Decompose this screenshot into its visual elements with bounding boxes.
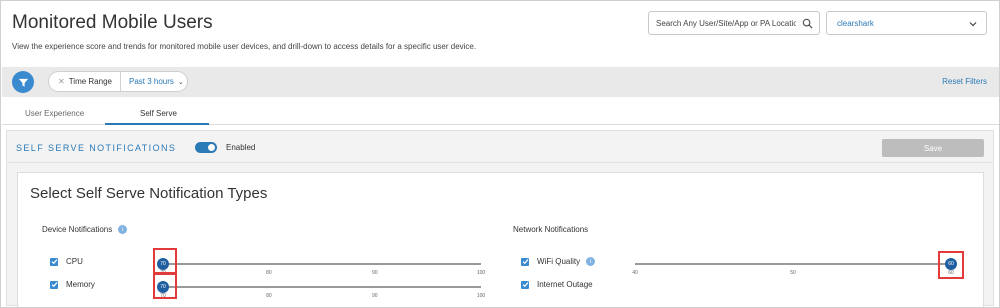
chevron-down-icon: [969, 22, 977, 27]
memory-row[interactable]: Memory: [50, 280, 95, 289]
notification-types-card: Select Self Serve Notification Types Dev…: [17, 172, 984, 307]
self-serve-panel: SELF SERVE NOTIFICATIONS Enabled Save Se…: [6, 130, 994, 307]
enabled-toggle[interactable]: [195, 142, 217, 153]
slider-tick: 90: [372, 270, 378, 276]
internet-outage-checkbox[interactable]: [521, 280, 529, 289]
highlight-box: [153, 272, 177, 299]
network-notifications-heading: Network Notifications: [513, 225, 588, 234]
slider-tick: 100: [476, 293, 486, 299]
cpu-label: CPU: [66, 257, 83, 266]
tab-self-serve[interactable]: Self Serve: [140, 109, 177, 118]
filter-bar: ✕ Time Range Past 3 hours ⌄ Reset Filter…: [2, 67, 999, 97]
device-notifications-heading: Device Notifications i: [42, 225, 128, 234]
chevron-down-icon[interactable]: ⌄: [178, 78, 184, 86]
cpu-row[interactable]: CPU: [50, 257, 83, 266]
cpu-checkbox[interactable]: [50, 257, 58, 266]
chip-label: Time Range: [68, 77, 112, 86]
checkmark-icon: [51, 259, 57, 265]
tab-bar: User Experience Self Serve: [2, 105, 999, 125]
page-title: Monitored Mobile Users: [12, 12, 213, 33]
info-icon[interactable]: i: [118, 225, 128, 234]
slider-track: [635, 263, 951, 265]
toggle-label: Enabled: [226, 143, 256, 152]
chip-divider: [119, 71, 121, 92]
internet-outage-row[interactable]: Internet Outage: [521, 280, 593, 289]
group-heading-label: Device Notifications: [42, 225, 113, 234]
memory-checkbox[interactable]: [50, 280, 58, 289]
slider-track: [163, 286, 481, 288]
tenant-select[interactable]: clearshark: [826, 11, 987, 35]
slider-tick: 40: [632, 270, 638, 276]
info-icon[interactable]: i: [586, 257, 596, 266]
active-tab-indicator: [105, 123, 209, 125]
slider-tick: 90: [372, 293, 378, 299]
search-input[interactable]: [656, 18, 796, 28]
slider-tick: 50: [790, 270, 796, 276]
toggle-knob: [208, 144, 215, 151]
cpu-slider[interactable]: 70 80 90 100 70: [157, 258, 485, 281]
checkmark-icon: [522, 282, 528, 288]
wifi-quality-slider[interactable]: 40 50 60 60: [632, 258, 957, 281]
wifi-quality-checkbox[interactable]: [521, 257, 529, 266]
divider: [7, 162, 993, 163]
search-icon[interactable]: [802, 18, 813, 29]
card-title: Select Self Serve Notification Types: [30, 185, 268, 202]
tab-user-experience[interactable]: User Experience: [25, 109, 84, 118]
app-window: Monitored Mobile Users View the experien…: [0, 0, 1000, 308]
highlight-box: [938, 251, 964, 279]
time-range-chip[interactable]: ✕ Time Range Past 3 hours ⌄: [48, 71, 188, 92]
page-description: View the experience score and trends for…: [12, 42, 477, 51]
reset-filters-link[interactable]: Reset Filters: [942, 77, 987, 86]
close-icon[interactable]: ✕: [58, 77, 65, 86]
memory-slider[interactable]: 70 80 90 100 70: [157, 281, 485, 304]
wifi-quality-row[interactable]: WiFi Quality i: [521, 257, 596, 266]
save-button[interactable]: Save: [882, 139, 984, 157]
search-box[interactable]: [648, 11, 820, 35]
filter-button[interactable]: [12, 71, 34, 93]
tenant-value: clearshark: [837, 18, 874, 28]
memory-label: Memory: [66, 280, 95, 289]
checkmark-icon: [522, 259, 528, 265]
slider-tick: 80: [266, 293, 272, 299]
slider-track: [163, 263, 481, 265]
time-range-value[interactable]: Past 3 hours: [129, 77, 174, 86]
wifi-quality-label: WiFi Quality: [537, 257, 581, 266]
section-title: SELF SERVE NOTIFICATIONS: [16, 143, 177, 153]
group-heading-label: Network Notifications: [513, 225, 589, 234]
internet-outage-label: Internet Outage: [537, 280, 593, 289]
highlight-box: [153, 248, 177, 275]
filter-icon: [18, 78, 28, 87]
checkmark-icon: [51, 282, 57, 288]
slider-tick: 100: [476, 270, 486, 276]
slider-tick: 80: [266, 270, 272, 276]
